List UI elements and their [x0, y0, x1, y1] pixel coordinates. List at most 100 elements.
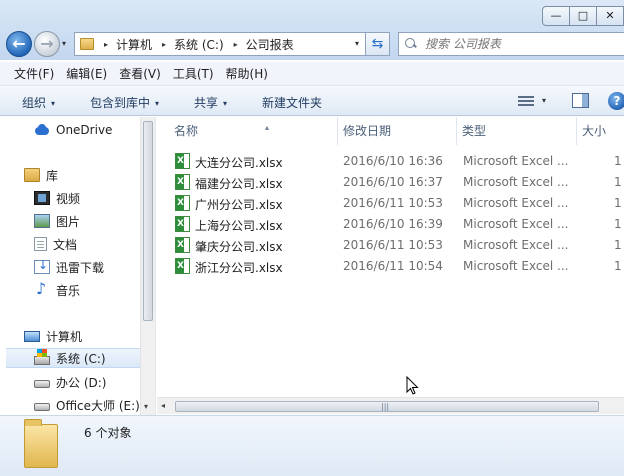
sidebar-item-label: Office大师 (E:): [56, 398, 140, 413]
chevron-down-icon: ▾: [155, 99, 160, 108]
table-row[interactable]: 上海分公司.xlsx 2016/6/10 16:39 Microsoft Exc…: [171, 214, 624, 235]
breadcrumb-chevron-icon[interactable]: ▸: [104, 40, 108, 49]
drive-icon: [34, 380, 50, 388]
sidebar-scrollbar[interactable]: ▾: [140, 117, 155, 415]
system-drive-icon: [34, 348, 50, 365]
sidebar-item-music[interactable]: 音乐: [34, 279, 80, 300]
include-in-library-label: 包含到库中: [90, 96, 151, 110]
sidebar-item-label: 系统 (C:): [56, 351, 106, 366]
sidebar-item-office-drive[interactable]: 办公 (D:): [34, 372, 106, 392]
close-icon: ✕: [605, 9, 615, 22]
column-header-date[interactable]: 修改日期: [343, 117, 391, 145]
search-icon: [405, 38, 417, 50]
sidebar-scroll-thumb[interactable]: [143, 121, 153, 321]
breadcrumb-current-folder[interactable]: 公司报表: [246, 36, 294, 53]
mouse-pointer-icon: [406, 376, 419, 395]
include-in-library-button[interactable]: 包含到库中 ▾: [90, 94, 159, 111]
sidebar-item-label: 办公 (D:): [56, 375, 107, 390]
horizontal-scroll-thumb[interactable]: |||: [175, 401, 599, 412]
column-header-type[interactable]: 类型: [462, 117, 486, 145]
breadcrumb-chevron-icon[interactable]: ▸: [162, 40, 166, 49]
table-row[interactable]: 肇庆分公司.xlsx 2016/6/11 10:53 Microsoft Exc…: [171, 235, 624, 256]
sidebar-item-documents[interactable]: 文档: [34, 234, 77, 254]
navigation-pane: OneDrive 库 视频 图片 文档 迅雷下载 音乐 计算机 系统 (C:) …: [0, 117, 156, 415]
sidebar-item-library[interactable]: 库: [24, 165, 58, 185]
menu-tools[interactable]: 工具(T): [173, 65, 214, 82]
download-icon: [34, 258, 50, 274]
horizontal-scrollbar[interactable]: ◂ |||: [157, 397, 624, 414]
minimize-button[interactable]: —: [542, 6, 570, 26]
folder-icon: [80, 38, 94, 50]
item-count: 6 个对象: [84, 426, 132, 440]
menu-help[interactable]: 帮助(H): [226, 65, 268, 82]
sidebar-item-videos[interactable]: 视频: [34, 188, 80, 208]
table-row[interactable]: 浙江分公司.xlsx 2016/6/11 10:54 Microsoft Exc…: [171, 256, 624, 277]
file-date: 2016/6/11 10:53: [343, 238, 443, 252]
file-name: 大连分公司.xlsx: [195, 156, 283, 170]
sidebar-item-pictures[interactable]: 图片: [34, 211, 80, 231]
menu-edit[interactable]: 编辑(E): [66, 65, 107, 82]
maximize-icon: □: [577, 9, 589, 22]
view-options-icon[interactable]: [518, 96, 534, 107]
table-row[interactable]: 福建分公司.xlsx 2016/6/10 16:37 Microsoft Exc…: [171, 172, 624, 193]
file-name: 上海分公司.xlsx: [195, 219, 283, 233]
back-button[interactable]: ←: [6, 31, 32, 57]
file-size: 1: [614, 238, 622, 252]
excel-file-icon: [175, 258, 190, 274]
column-divider[interactable]: [456, 117, 457, 145]
sort-ascending-icon: ▴: [265, 123, 270, 132]
sidebar-item-computer[interactable]: 计算机: [24, 326, 82, 346]
column-divider[interactable]: [576, 117, 577, 145]
organize-button[interactable]: 组织 ▾: [22, 94, 55, 111]
navigation-bar: ← → ▾ ▸ 计算机 ▸ 系统 (C:) ▸ 公司报表 ▾ ⇆: [0, 28, 624, 60]
chevron-down-icon: ▾: [51, 99, 56, 108]
table-row[interactable]: 大连分公司.xlsx 2016/6/10 16:36 Microsoft Exc…: [171, 151, 624, 172]
scroll-left-icon[interactable]: ◂: [161, 401, 165, 410]
file-date: 2016/6/11 10:54: [343, 259, 443, 273]
view-options-dropdown[interactable]: ▾: [542, 96, 546, 105]
maximize-button[interactable]: □: [569, 6, 597, 26]
file-size: 1: [614, 175, 622, 189]
menu-file[interactable]: 文件(F): [14, 65, 54, 82]
sidebar-item-onedrive[interactable]: OneDrive: [34, 120, 112, 140]
address-history-dropdown[interactable]: ▾: [355, 39, 359, 48]
search-input[interactable]: [425, 37, 624, 51]
sidebar-item-label: 计算机: [46, 329, 83, 344]
forward-button[interactable]: →: [34, 31, 60, 57]
address-bar[interactable]: ▸ 计算机 ▸ 系统 (C:) ▸ 公司报表 ▾: [74, 32, 366, 56]
back-arrow-icon: ←: [12, 34, 26, 53]
file-size: 1: [614, 154, 622, 168]
file-type: Microsoft Excel ...: [463, 259, 569, 273]
share-button[interactable]: 共享 ▾: [194, 94, 227, 111]
sidebar-item-label: 文档: [53, 237, 78, 252]
sidebar-item-system-drive[interactable]: 系统 (C:): [6, 348, 146, 368]
new-folder-button[interactable]: 新建文件夹: [262, 94, 322, 111]
column-header-size[interactable]: 大小: [582, 117, 606, 145]
recent-pages-dropdown[interactable]: ▾: [62, 39, 66, 48]
sidebar-item-office-master-drive[interactable]: Office大师 (E:): [34, 395, 140, 415]
music-icon: [34, 279, 50, 298]
sidebar-item-label: 库: [46, 168, 59, 183]
menu-bar: 文件(F) 编辑(E) 查看(V) 工具(T) 帮助(H): [0, 62, 624, 86]
search-box[interactable]: [398, 32, 624, 56]
column-divider[interactable]: [337, 117, 338, 145]
sidebar-item-label: 迅雷下载: [56, 260, 105, 275]
column-header-name[interactable]: 名称 ▴: [174, 117, 269, 145]
excel-file-icon: [175, 174, 190, 190]
excel-file-icon: [175, 237, 190, 253]
help-icon[interactable]: ?: [608, 92, 624, 110]
forward-arrow-icon: →: [40, 34, 54, 53]
minimize-icon: —: [550, 9, 562, 22]
close-button[interactable]: ✕: [596, 6, 624, 26]
sidebar-item-thunder-downloads[interactable]: 迅雷下载: [34, 257, 104, 277]
refresh-icon: ⇆: [371, 36, 384, 52]
table-row[interactable]: 广州分公司.xlsx 2016/6/11 10:53 Microsoft Exc…: [171, 193, 624, 214]
breadcrumb-chevron-icon[interactable]: ▸: [234, 40, 238, 49]
preview-pane-icon[interactable]: [572, 93, 589, 108]
drive-icon: [34, 403, 50, 411]
breadcrumb-system-drive[interactable]: 系统 (C:): [174, 36, 224, 53]
scroll-down-icon[interactable]: ▾: [144, 402, 148, 411]
menu-view[interactable]: 查看(V): [119, 65, 161, 82]
breadcrumb-computer[interactable]: 计算机: [116, 36, 152, 53]
refresh-button[interactable]: ⇆: [366, 32, 390, 56]
